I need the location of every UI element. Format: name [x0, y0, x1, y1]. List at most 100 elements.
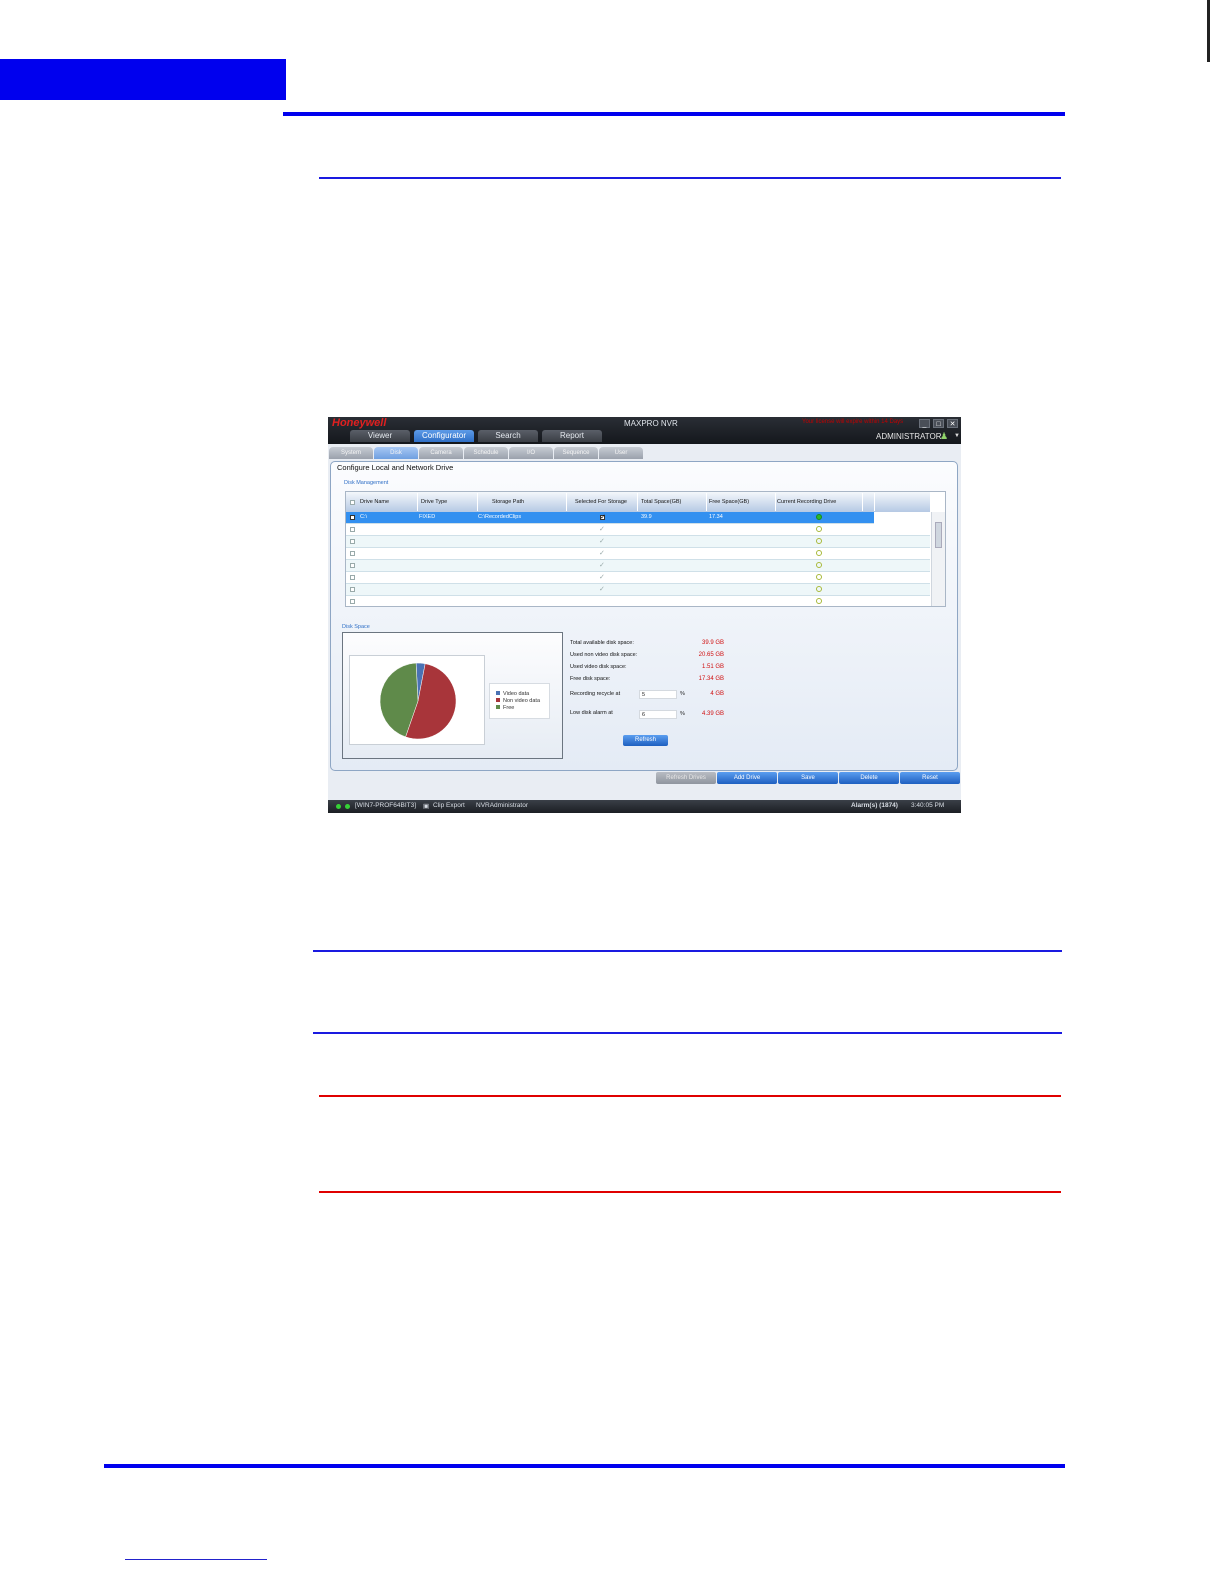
- legend-item-free: Free: [496, 705, 514, 711]
- table-row[interactable]: ✓: [346, 560, 930, 572]
- col-drive-type[interactable]: Drive Type: [421, 499, 447, 505]
- chart-legend: Video data Non video data Free: [489, 683, 550, 719]
- video-label: Used video disk space:: [570, 664, 627, 670]
- recording-drive-radio[interactable]: [816, 586, 822, 592]
- page-edge-mark: [1207, 0, 1210, 62]
- table-row[interactable]: C:\ FIXED C:\RecordedClips ✓ 39.9 17.34: [346, 512, 930, 524]
- clip-export-link[interactable]: Clip Export: [433, 802, 465, 809]
- subtab-user[interactable]: User: [599, 447, 643, 459]
- maxpro-nvr-window: Honeywell MAXPRO NVR Your license will e…: [328, 417, 961, 813]
- user-name[interactable]: ADMINISTRATOR: [876, 432, 941, 441]
- subtab-camera[interactable]: Camera: [419, 447, 463, 459]
- col-storage-path[interactable]: Storage Path: [492, 499, 524, 505]
- total-space-label: Total available disk space:: [570, 640, 634, 646]
- status-dot-icon: [336, 804, 341, 809]
- delete-button[interactable]: Delete: [839, 772, 899, 784]
- recycle-value: 4 GB: [710, 691, 724, 697]
- cell-drive-type: FIXED: [419, 514, 436, 520]
- caution-rule-bottom: [319, 1191, 1061, 1193]
- cell-free: 17.34: [709, 514, 723, 520]
- maximize-button[interactable]: □: [933, 419, 944, 428]
- alarm-count[interactable]: Alarm(s) (1874): [851, 802, 898, 809]
- recording-drive-radio[interactable]: [816, 598, 822, 604]
- license-message: Your license will expire within 14 Days: [802, 419, 904, 425]
- subtab-io[interactable]: I/O: [509, 447, 553, 459]
- app-title: MAXPRO NVR: [624, 419, 678, 428]
- col-recording[interactable]: Current Recording Drive: [777, 499, 836, 505]
- col-selected[interactable]: Selected For Storage: [575, 499, 627, 505]
- tab-report[interactable]: Report: [542, 430, 602, 442]
- status-dot-icon: [345, 804, 350, 809]
- recording-drive-radio[interactable]: [816, 562, 822, 568]
- subtab-system[interactable]: System: [329, 447, 373, 459]
- recording-drive-radio[interactable]: [816, 538, 822, 544]
- tab-viewer[interactable]: Viewer: [350, 430, 410, 442]
- caution-rule-top: [319, 1095, 1061, 1097]
- grid-header: Drive Name Drive Type Storage Path Selec…: [346, 492, 930, 512]
- add-drive-button[interactable]: Add Drive: [717, 772, 777, 784]
- free-space-value: 17.34 GB: [698, 676, 724, 682]
- tab-configurator[interactable]: Configurator: [414, 430, 474, 442]
- recording-drive-radio[interactable]: [816, 574, 822, 580]
- subtab-disk[interactable]: Disk: [374, 447, 418, 459]
- video-value: 1.51 GB: [701, 664, 724, 670]
- subtab-sequence[interactable]: Sequence: [554, 447, 598, 459]
- table-row[interactable]: [346, 596, 930, 606]
- table-row[interactable]: ✓: [346, 548, 930, 560]
- minimize-button[interactable]: _: [919, 419, 930, 428]
- machine-name: [WIN7-PROF64BIT3]: [355, 802, 417, 809]
- recording-drive-radio[interactable]: [816, 526, 822, 532]
- subtab-schedule[interactable]: Schedule: [464, 447, 508, 459]
- alarm-value: 4.39 GB: [701, 711, 724, 717]
- table-row[interactable]: ✓: [346, 524, 930, 536]
- row-checkbox[interactable]: [350, 515, 355, 520]
- total-space-value: 39.9 GB: [701, 640, 724, 646]
- cell-drive-name: C:\: [360, 514, 368, 520]
- alarm-percent-input[interactable]: 6: [639, 710, 677, 719]
- footer-rule: [104, 1464, 1065, 1468]
- legend-item-video: Video data: [496, 691, 529, 697]
- alarm-label: Low disk alarm at: [570, 710, 613, 716]
- table-row[interactable]: ✓: [346, 536, 930, 548]
- non-video-value: 20.65 GB: [698, 652, 724, 658]
- legend-item-non-video: Non video data: [496, 698, 540, 704]
- chapter-tab: [0, 59, 286, 100]
- scroll-thumb[interactable]: [935, 522, 942, 548]
- tab-search[interactable]: Search: [478, 430, 538, 442]
- cell-total: 39.9: [641, 514, 652, 520]
- note-rule-top: [313, 950, 1062, 952]
- disk-management-label: Disk Management: [344, 480, 389, 486]
- panel-title: Configure Local and Network Drive: [337, 463, 454, 472]
- header-rule: [283, 112, 1065, 116]
- disk-space-chart-box: Video data Non video data Free: [342, 632, 563, 759]
- save-button[interactable]: Save: [778, 772, 838, 784]
- disk-space-label: Disk Space: [342, 624, 370, 630]
- note-rule-bottom: [313, 1032, 1062, 1034]
- pie-chart-area: [349, 655, 485, 745]
- close-button[interactable]: ✕: [947, 419, 958, 428]
- select-all-checkbox[interactable]: [350, 500, 355, 505]
- col-total[interactable]: Total Space(GB): [641, 499, 681, 505]
- refresh-button[interactable]: Refresh: [623, 735, 668, 746]
- col-free[interactable]: Free Space(GB): [709, 499, 749, 505]
- sub-tab-bar: System Disk Camera Schedule I/O Sequence…: [328, 447, 961, 460]
- recording-drive-radio[interactable]: [816, 550, 822, 556]
- selected-for-storage-checkbox[interactable]: ✓: [600, 514, 606, 521]
- clip-export-icon: ▣: [423, 803, 430, 810]
- table-row[interactable]: ✓: [346, 572, 930, 584]
- reset-button[interactable]: Reset: [900, 772, 960, 784]
- table-row[interactable]: ✓: [346, 584, 930, 596]
- col-drive-name[interactable]: Drive Name: [360, 499, 389, 505]
- status-time: 3:40:05 PM: [911, 802, 945, 809]
- user-icon: ♟: [940, 431, 949, 441]
- refresh-drives-button[interactable]: Refresh Drives: [656, 772, 716, 784]
- grid-scrollbar[interactable]: [931, 512, 945, 606]
- free-space-label: Free disk space:: [570, 676, 611, 682]
- non-video-label: Used non video disk space:: [570, 652, 638, 658]
- chevron-down-icon[interactable]: ▼: [954, 433, 960, 439]
- recycle-percent-input[interactable]: 5: [639, 690, 677, 699]
- recording-drive-radio[interactable]: [816, 514, 822, 520]
- footer-link-underline: [125, 1559, 267, 1560]
- drive-grid: Drive Name Drive Type Storage Path Selec…: [345, 491, 946, 607]
- window-controls: _ □ ✕: [919, 419, 959, 428]
